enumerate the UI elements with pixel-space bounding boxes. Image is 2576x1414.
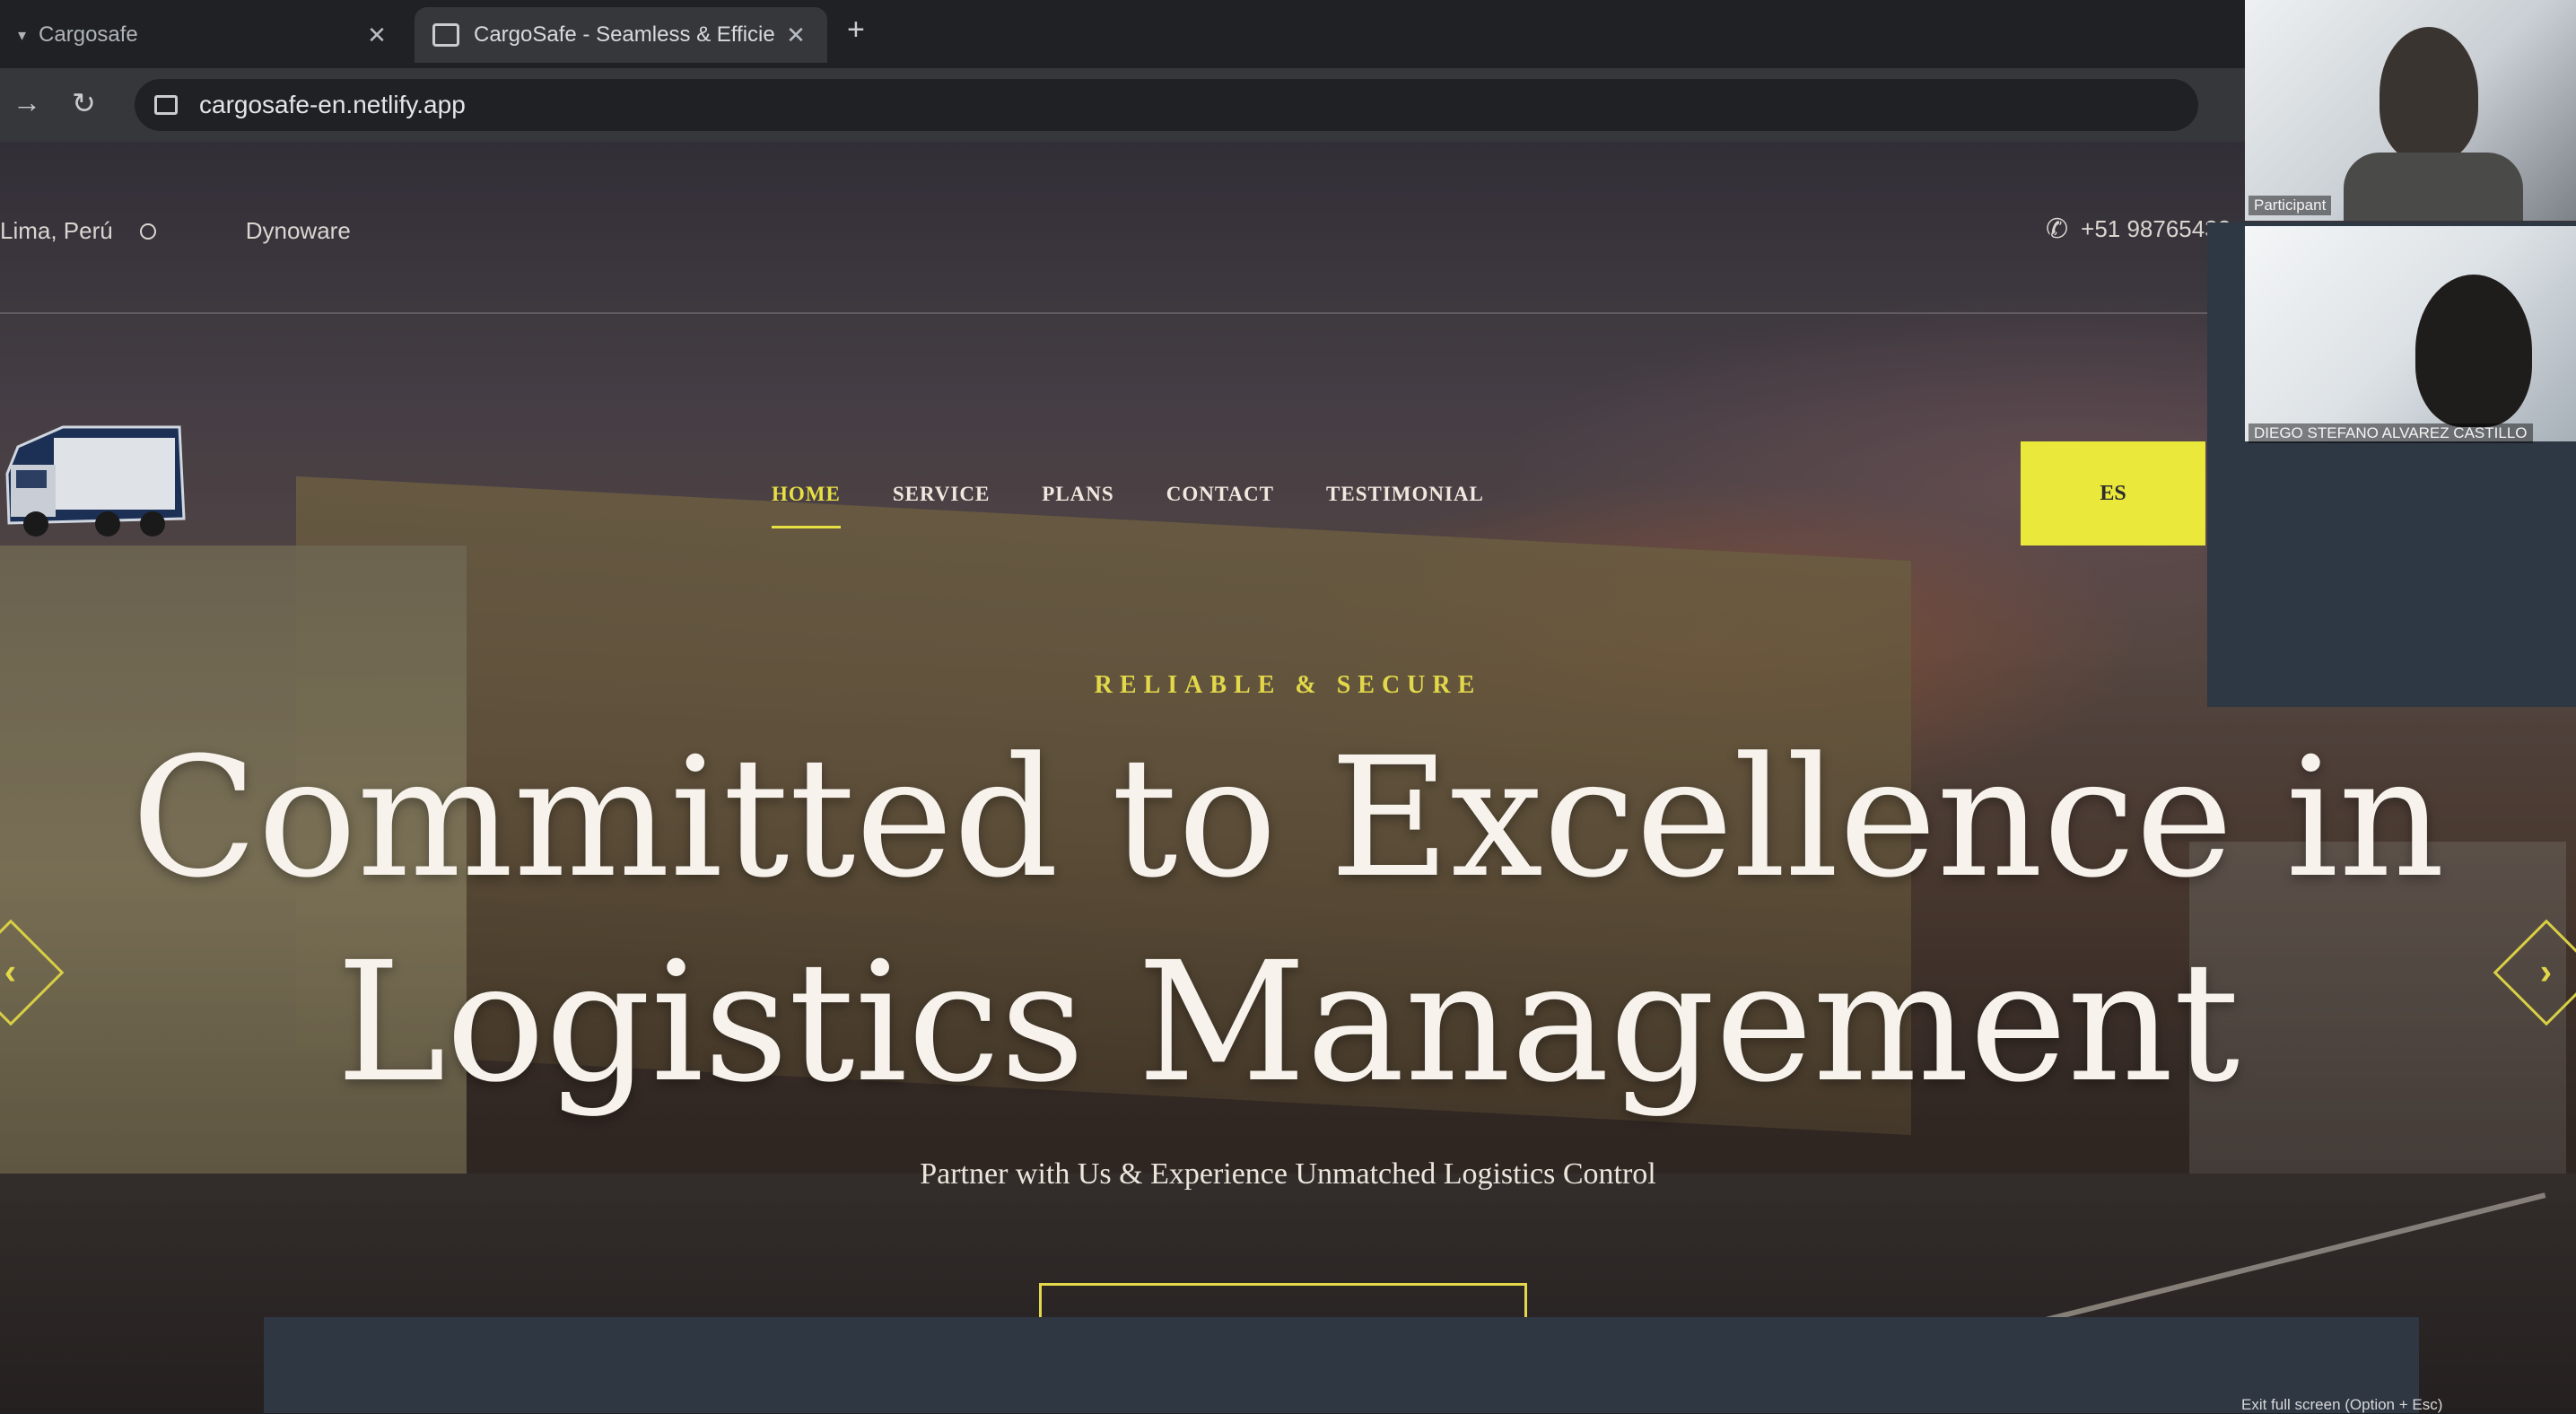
participant-video-feed xyxy=(2245,226,2576,441)
nav-home[interactable]: HOME xyxy=(772,483,841,528)
tab-label: CargoSafe - Seamless & Efficie xyxy=(474,22,775,47)
hero-eyebrow: RELIABLE & SECURE xyxy=(1094,671,1482,699)
address-bar[interactable]: cargosafe-en.netlify.app xyxy=(135,79,2198,131)
participant-avatar xyxy=(2415,275,2532,427)
chevron-left-icon: ‹ xyxy=(4,952,17,992)
address-toolbar: → ↻ cargosafe-en.netlify.app xyxy=(0,68,2576,142)
tab-cargosafe-active[interactable]: CargoSafe - Seamless & Efficie ✕ xyxy=(415,7,827,63)
hero-title: Committed to Excellence in Logistics Man… xyxy=(0,716,2576,1125)
chevron-down-icon[interactable]: ▾ xyxy=(18,26,26,45)
site-settings-icon[interactable] xyxy=(154,95,178,115)
language-button[interactable]: ES xyxy=(2021,441,2205,546)
nav-service[interactable]: SERVICE xyxy=(893,483,990,506)
phone-icon: ✆ xyxy=(2046,214,2069,244)
tab-label: Cargosafe xyxy=(39,22,138,47)
topbar-left: Lima, Perú Dynoware xyxy=(0,217,351,245)
participant-shoulders xyxy=(2344,153,2523,221)
nav-plans[interactable]: PLANS xyxy=(1042,483,1113,506)
reload-icon[interactable]: ↻ xyxy=(72,86,96,120)
topbar-divider xyxy=(0,312,2576,314)
participant-video-1[interactable]: Participant xyxy=(2245,0,2576,221)
close-tab-icon[interactable]: ✕ xyxy=(363,22,390,49)
browser-tab-bar: ▾ Cargosafe ✕ CargoSafe - Seamless & Eff… xyxy=(0,0,2576,68)
participant-name: Participant xyxy=(2249,196,2332,215)
chevron-right-icon: › xyxy=(2540,952,2553,992)
new-tab-button[interactable]: + xyxy=(847,13,865,48)
nav-testimonial[interactable]: TESTIMONIAL xyxy=(1326,483,1484,506)
topbar-link[interactable]: Dynoware xyxy=(246,217,351,245)
location-text: Lima, Perú xyxy=(0,217,113,244)
url-text: cargosafe-en.netlify.app xyxy=(199,91,466,118)
tab-favicon-icon xyxy=(432,23,459,47)
hero-title-line2: Logistics Management xyxy=(336,927,2240,1119)
main-navigation: HOME SERVICE PLANS CONTACT TESTIMONIAL xyxy=(772,483,1484,528)
close-tab-icon[interactable]: ✕ xyxy=(782,22,809,49)
hero-subtitle: Partner with Us & Experience Unmatched L… xyxy=(920,1157,1656,1191)
participant-name: DIEGO STEFANO ALVAREZ CASTILLO xyxy=(2249,423,2533,443)
hero-section: Lima, Perú Dynoware ✆ +51 98765432 HOME … xyxy=(0,142,2576,1413)
fullscreen-hint: Exit full screen (Option + Esc) xyxy=(2241,1396,2443,1413)
participant-avatar xyxy=(2380,27,2478,161)
hero-title-line1: Committed to Excellence in xyxy=(131,722,2445,914)
participant-video-2[interactable]: DIEGO STEFANO ALVAREZ CASTILLO xyxy=(2207,223,2576,707)
separator-icon xyxy=(139,223,156,240)
forward-icon[interactable]: → xyxy=(13,86,41,119)
topbar-right: ✆ +51 98765432 xyxy=(2046,214,2231,245)
info-panel xyxy=(264,1317,2419,1413)
cargosafe-logo[interactable] xyxy=(0,411,197,563)
nav-contact[interactable]: CONTACT xyxy=(1166,483,1274,506)
tab-cargosafe[interactable]: ▾ Cargosafe ✕ xyxy=(0,7,408,63)
